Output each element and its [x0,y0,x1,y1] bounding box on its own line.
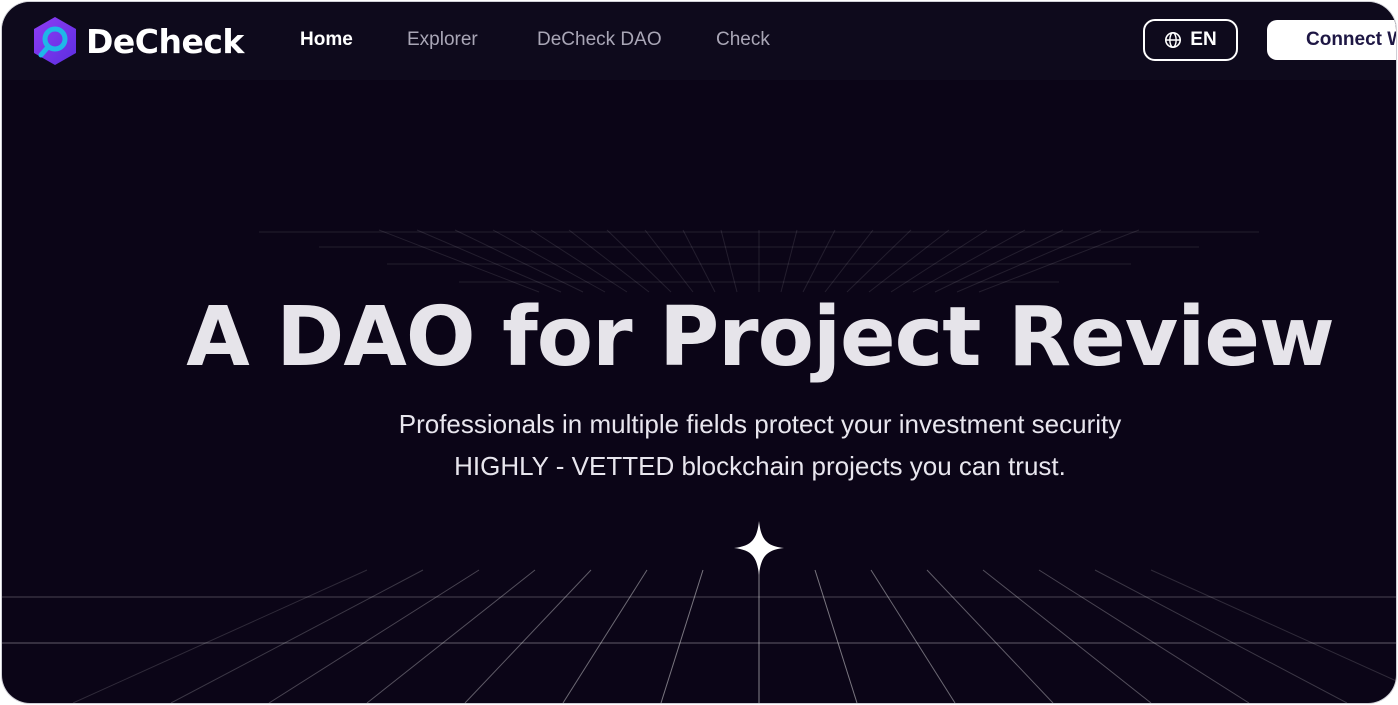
connect-wallet-button[interactable]: Connect W [1267,20,1396,60]
nav-home[interactable]: Home [300,29,353,51]
nav-decheck-dao[interactable]: DeCheck DAO [537,29,662,51]
hero-subtitle-line-1: Professionals in multiple fields protect… [398,409,1122,439]
magnifier-hexagon-logo-icon [34,17,76,65]
globe-icon [1165,31,1182,49]
sparkle-star-icon [734,521,784,575]
top-navbar: DeCheck Home Explorer DeCheck DAO Check … [2,2,1396,80]
browser-frame: DeCheck Home Explorer DeCheck DAO Check … [2,2,1396,703]
nav-explorer[interactable]: Explorer [407,29,478,51]
hero-subtitle-line-2: HIGHLY - VETTED blockchain projects you … [454,451,1066,481]
brand-logo[interactable]: DeCheck [32,14,244,68]
brand-name: DeCheck [86,21,244,61]
nav-check[interactable]: Check [716,29,770,51]
language-selector-button[interactable]: EN [1143,19,1238,61]
language-label: EN [1190,29,1217,50]
hero-title: A DAO for Project Review [186,290,1334,385]
